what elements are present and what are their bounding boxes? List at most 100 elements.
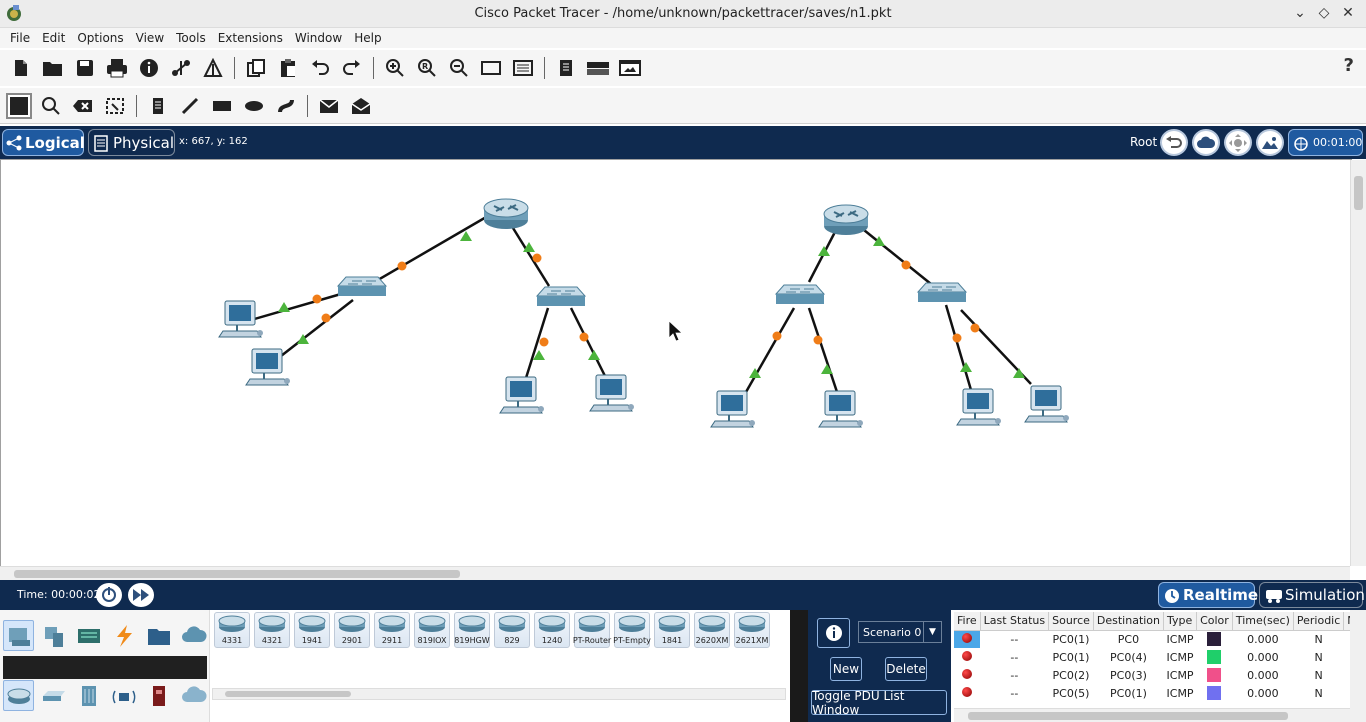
zoom-in-icon[interactable] [382, 55, 408, 81]
pdu-row[interactable]: -- PC0(5) PC0(1) ICMP 0.000 N [954, 684, 1359, 702]
panel-splitter[interactable] [790, 610, 808, 722]
scrollbar-thumb[interactable] [968, 712, 1288, 720]
copy-icon[interactable] [243, 55, 269, 81]
connections-icon[interactable] [108, 620, 139, 651]
fire-icon[interactable] [962, 632, 973, 643]
select-tool-icon[interactable] [6, 92, 32, 119]
add-simple-pdu-icon[interactable] [316, 93, 342, 119]
inspect-tool-icon[interactable] [38, 93, 64, 119]
pc-device[interactable] [710, 390, 756, 428]
ellipse-tool-icon[interactable] [241, 93, 267, 119]
simulation-mode-button[interactable]: Simulation [1259, 582, 1365, 608]
menu-tools[interactable]: Tools [170, 31, 212, 45]
device-model-5[interactable]: 819IOX [414, 612, 450, 648]
device-model-7[interactable]: 829 [494, 612, 530, 648]
pdu-row[interactable]: -- PC0(1) PC0(4) ICMP 0.000 N [954, 648, 1359, 666]
power-cycle-icon[interactable] [96, 583, 122, 607]
switch-device[interactable] [775, 284, 825, 305]
menu-extensions[interactable]: Extensions [212, 31, 289, 45]
fire-cell[interactable] [954, 684, 980, 702]
pc-device[interactable] [589, 374, 635, 412]
device-list-scrollbar[interactable] [212, 688, 786, 700]
multiuser-icon[interactable] [178, 620, 209, 651]
delete-tool-icon[interactable] [70, 93, 96, 119]
set-background-icon[interactable] [1256, 129, 1284, 156]
maximize-icon[interactable]: ◇ [1316, 4, 1332, 22]
pdu-row[interactable]: -- PC0(1) PC0 ICMP 0.000 N [954, 630, 1360, 648]
realtime-mode-button[interactable]: Realtime [1158, 582, 1258, 608]
logical-canvas[interactable] [0, 159, 1352, 566]
pc-device[interactable] [499, 376, 545, 414]
zoom-out-icon[interactable] [446, 55, 472, 81]
activity-wizard-icon[interactable] [200, 55, 226, 81]
pdu-column-header[interactable]: Color [1196, 612, 1233, 631]
open-folder-icon[interactable] [40, 55, 66, 81]
move-object-icon[interactable] [1224, 129, 1252, 156]
device-model-9[interactable]: PT-Router [573, 612, 611, 648]
pdu-row[interactable]: -- PC0(2) PC0(3) ICMP 0.000 N [954, 666, 1359, 684]
fire-icon[interactable] [962, 650, 973, 661]
line-tool-icon[interactable] [177, 93, 203, 119]
pdu-horizontal-scrollbar[interactable] [954, 708, 1350, 722]
pc-device[interactable] [1024, 385, 1070, 423]
menu-help[interactable]: Help [348, 31, 387, 45]
end-devices-icon[interactable] [38, 620, 69, 651]
new-cluster-icon[interactable] [1192, 129, 1220, 156]
device-model-1[interactable]: 4321 [254, 612, 290, 648]
fast-forward-icon[interactable] [128, 583, 154, 607]
routers-icon[interactable] [3, 680, 34, 711]
new-file-icon[interactable] [8, 55, 34, 81]
scrollbar-thumb[interactable] [14, 570, 460, 578]
pdu-column-header[interactable]: Source [1048, 612, 1094, 631]
scenario-select[interactable]: Scenario 0 ▼ [858, 621, 942, 643]
device-model-3[interactable]: 2901 [334, 612, 370, 648]
pc-device[interactable] [818, 390, 864, 428]
wan-emulation-icon[interactable] [178, 680, 209, 711]
network-info-icon[interactable] [168, 55, 194, 81]
pdu-column-header[interactable]: Type [1163, 612, 1198, 631]
zoom-reset-icon[interactable]: R [414, 55, 440, 81]
device-model-8[interactable]: 1240 [534, 612, 570, 648]
resize-tool-icon[interactable] [102, 93, 128, 119]
device-model-6[interactable]: 819HGW [454, 612, 490, 648]
switches-icon[interactable] [38, 680, 69, 711]
scenario-info-icon[interactable] [817, 618, 850, 648]
pc-device[interactable] [956, 388, 1002, 426]
drawing-palette-icon[interactable] [478, 55, 504, 81]
close-icon[interactable]: ✕ [1340, 4, 1356, 22]
switch-device[interactable] [337, 276, 387, 297]
scrollbar-thumb[interactable] [225, 691, 351, 697]
pdu-column-header[interactable]: Time(sec) [1232, 612, 1294, 631]
menu-edit[interactable]: Edit [36, 31, 71, 45]
fire-icon[interactable] [962, 686, 973, 697]
fire-cell[interactable] [954, 630, 981, 648]
device-model-13[interactable]: 2621XM [734, 612, 770, 648]
router-module-icon[interactable] [585, 55, 611, 81]
device-model-0[interactable]: 4331 [214, 612, 250, 648]
canvas-vertical-scrollbar[interactable] [1350, 160, 1366, 566]
save-icon[interactable] [72, 55, 98, 81]
delete-scenario-button[interactable]: Delete [885, 657, 927, 681]
pdu-column-header[interactable]: Destination [1093, 612, 1165, 631]
security-icon[interactable] [143, 680, 174, 711]
device-model-10[interactable]: PT-Empty [613, 612, 651, 648]
fire-icon[interactable] [962, 668, 973, 679]
device-model-12[interactable]: 2620XM [694, 612, 730, 648]
freeform-tool-icon[interactable] [273, 93, 299, 119]
device-model-4[interactable]: 2911 [374, 612, 410, 648]
back-icon[interactable] [1160, 129, 1188, 156]
menu-options[interactable]: Options [71, 31, 129, 45]
switch-device[interactable] [917, 282, 967, 303]
network-devices-icon[interactable] [3, 620, 34, 651]
router-device[interactable] [823, 204, 869, 236]
menu-window[interactable]: Window [289, 31, 348, 45]
pdu-column-header[interactable]: Fire [954, 612, 981, 631]
print-icon[interactable] [104, 55, 130, 81]
undo-icon[interactable] [307, 55, 333, 81]
help-icon[interactable]: ? [1344, 55, 1354, 76]
pdu-column-header[interactable]: Last Status [980, 612, 1050, 631]
pdu-vertical-scrollbar[interactable] [1350, 610, 1366, 722]
paste-icon[interactable] [275, 55, 301, 81]
device-model-2[interactable]: 1941 [294, 612, 330, 648]
viewport-clock[interactable]: 00:01:00 [1288, 129, 1363, 156]
